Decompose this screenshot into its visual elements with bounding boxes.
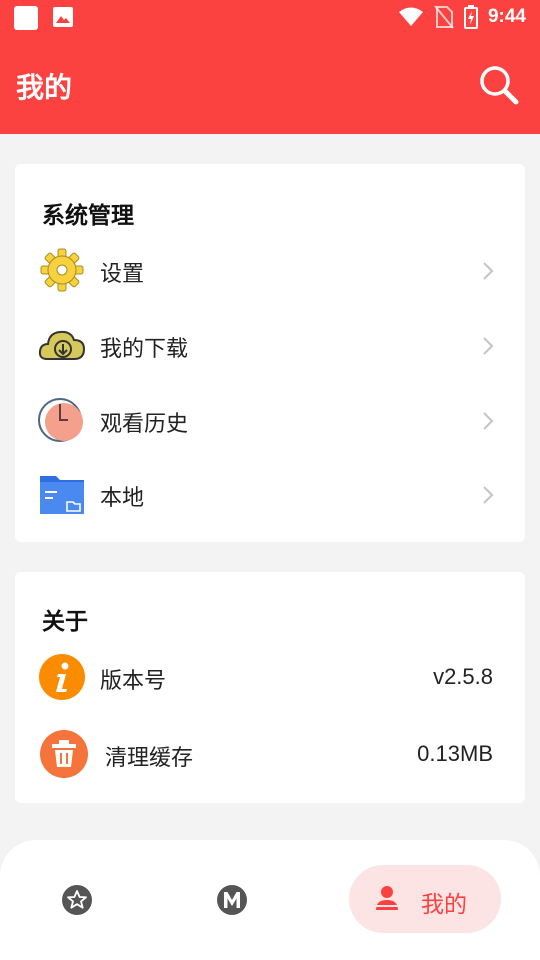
person-icon bbox=[376, 886, 398, 910]
settings-row[interactable]: 设置 bbox=[15, 240, 525, 300]
local-label: 本地 bbox=[100, 486, 145, 511]
version-row: 版本号 v2.5.8 bbox=[15, 647, 525, 707]
battery-charging-icon bbox=[463, 5, 478, 29]
history-label: 观看历史 bbox=[100, 412, 189, 437]
downloads-row[interactable]: 我的下载 bbox=[15, 315, 525, 375]
status-bar: 9:44 bbox=[0, 0, 540, 36]
local-row[interactable]: 本地 bbox=[15, 464, 525, 524]
cache-size-value: 0.13MB bbox=[417, 741, 493, 766]
about-card: 关于 版本号 v2.5.8 清理缓存 0.13MB bbox=[15, 572, 525, 803]
clear-cache-row[interactable]: 清理缓存 0.13MB bbox=[15, 724, 525, 784]
nav-mine-label: 我的 bbox=[421, 892, 467, 918]
nav-mine-tab[interactable]: 我的 bbox=[349, 865, 501, 933]
chevron-right-icon bbox=[483, 486, 494, 504]
cloud-download-icon bbox=[38, 330, 86, 360]
system-card: 系统管理 设置 我的下载 观看历史 本地 bbox=[15, 164, 525, 542]
version-label: 版本号 bbox=[100, 669, 167, 694]
gear-icon bbox=[40, 248, 84, 292]
clear-cache-label: 清理缓存 bbox=[105, 746, 194, 771]
trash-icon bbox=[40, 730, 88, 778]
image-notification-icon bbox=[53, 7, 73, 27]
downloads-label: 我的下载 bbox=[100, 337, 189, 362]
search-icon[interactable] bbox=[478, 64, 520, 106]
nav-m-tab[interactable] bbox=[210, 865, 254, 933]
chevron-right-icon bbox=[483, 262, 494, 280]
settings-label: 设置 bbox=[100, 262, 145, 287]
history-row[interactable]: 观看历史 bbox=[15, 390, 525, 450]
no-sim-icon bbox=[434, 5, 454, 29]
m-badge-icon bbox=[217, 885, 247, 915]
clock-icon bbox=[38, 398, 83, 442]
page-title: 我的 bbox=[16, 71, 73, 104]
wifi-icon bbox=[398, 7, 423, 26]
folder-icon bbox=[40, 476, 84, 514]
bottom-nav: 我的 bbox=[0, 840, 540, 960]
notification-square-icon bbox=[14, 6, 38, 30]
info-icon bbox=[39, 654, 85, 700]
chevron-right-icon bbox=[483, 412, 494, 430]
star-badge-icon bbox=[62, 885, 92, 915]
system-section-title: 系统管理 bbox=[42, 203, 134, 229]
chevron-right-icon bbox=[483, 337, 494, 355]
about-section-title: 关于 bbox=[42, 609, 88, 635]
version-value: v2.5.8 bbox=[433, 664, 493, 689]
app-bar: 我的 bbox=[0, 36, 540, 134]
nav-favorites-tab[interactable] bbox=[55, 865, 99, 933]
status-time: 9:44 bbox=[487, 6, 526, 27]
